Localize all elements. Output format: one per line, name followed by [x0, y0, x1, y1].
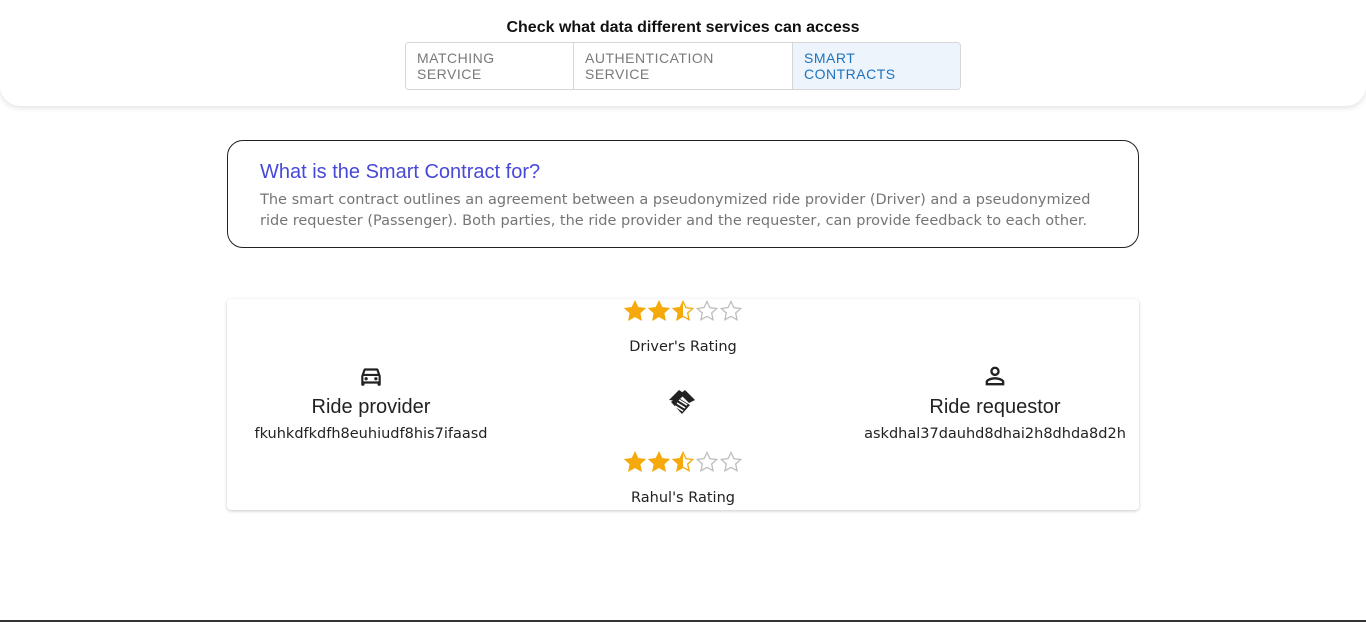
star-icon[interactable] [623, 450, 647, 474]
star-icon[interactable] [647, 450, 671, 474]
tab-authentication-service[interactable]: AUTHENTICATION SERVICE [574, 43, 793, 89]
star-icon[interactable] [719, 450, 743, 474]
tab-matching-service[interactable]: MATCHING SERVICE [406, 43, 574, 89]
driver-rating: Driver's Rating [533, 299, 833, 355]
star-icon[interactable] [695, 450, 719, 474]
handshake-icon [664, 387, 700, 419]
passenger-rating-label: Rahul's Rating [631, 490, 735, 506]
smart-contract-info: What is the Smart Contract for? The smar… [227, 140, 1139, 248]
star-icon[interactable] [695, 299, 719, 323]
contract-card: Driver's Rating Ride provider fkuhkdfkdf… [227, 299, 1139, 510]
star-icon[interactable] [671, 450, 695, 474]
star-icon[interactable] [719, 299, 743, 323]
star-icon[interactable] [623, 299, 647, 323]
requestor-id: askdhal37dauhd8dhai2h8dhda8d2h [864, 426, 1126, 442]
info-description: The smart contract outlines an agreement… [260, 192, 1091, 229]
passenger-rating: Rahul's Rating [533, 450, 833, 506]
info-title: What is the Smart Contract for? [260, 161, 541, 183]
star-icon[interactable] [671, 299, 695, 323]
service-tabs: MATCHING SERVICE AUTHENTICATION SERVICE … [405, 42, 961, 90]
ride-requestor: Ride requestor askdhal37dauhd8dhai2h8dhd… [845, 359, 1145, 442]
requestor-name: Ride requestor [929, 396, 1061, 418]
tab-smart-contracts[interactable]: SMART CONTRACTS [793, 43, 960, 89]
car-icon [221, 359, 521, 393]
ride-provider: Ride provider fkuhkdfkdfh8euhiudf8his7if… [221, 359, 521, 442]
provider-name: Ride provider [311, 396, 431, 418]
passenger-rating-stars [533, 450, 833, 476]
star-icon[interactable] [647, 299, 671, 323]
page-title: Check what data different services can a… [506, 19, 860, 36]
driver-rating-label: Driver's Rating [629, 339, 737, 355]
driver-rating-stars [533, 299, 833, 325]
services-header: Check what data different services can a… [0, 0, 1366, 106]
person-icon [845, 359, 1145, 393]
provider-id: fkuhkdfkdfh8euhiudf8his7ifaasd [254, 426, 488, 442]
